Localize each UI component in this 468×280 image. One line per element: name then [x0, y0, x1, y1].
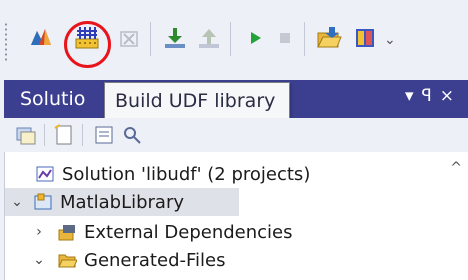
toolbar-separator [82, 124, 83, 146]
project-icon [34, 193, 52, 210]
sync-icon[interactable] [14, 123, 38, 147]
upload-button[interactable] [194, 20, 224, 56]
matlab-import-button[interactable] [26, 20, 56, 56]
book-button[interactable] [350, 20, 380, 56]
play-icon [251, 32, 261, 44]
folder-icon [58, 254, 77, 268]
tree-item-solution[interactable]: Solution 'libudf' (2 projects) [35, 160, 310, 188]
toolbar-grip[interactable] [4, 22, 8, 62]
chevron-down-icon[interactable]: ⌄ [31, 252, 47, 268]
panel-toolbar [4, 118, 468, 152]
toolbar-overflow-icon[interactable]: ⌄ [384, 32, 396, 54]
dependencies-icon [58, 225, 75, 241]
delete-icon [120, 31, 138, 47]
panel-header-controls[interactable]: ▾ꟼ× [405, 86, 462, 106]
show-all-files-icon[interactable] [52, 123, 76, 147]
stop-icon [280, 33, 290, 43]
toolbar-separator [230, 22, 231, 56]
solution-tree: Solution 'libudf' (2 projects) ⌄ MatlabL… [4, 152, 468, 280]
solution-icon [36, 166, 54, 182]
folder-open-icon [317, 27, 342, 48]
main-toolbar: ⌄ [0, 0, 468, 82]
tree-item-label: External Dependencies [84, 221, 293, 243]
book-icon [356, 29, 374, 47]
tree-item-project[interactable]: ⌄ MatlabLibrary [5, 188, 239, 216]
download-icon [165, 28, 185, 48]
dropdown-icon[interactable]: ▾ [405, 86, 422, 106]
play-button[interactable] [240, 20, 270, 56]
scroll-up-icon[interactable]: ^ [450, 160, 462, 176]
panel-title: Solutio [20, 88, 86, 110]
toolbar-separator [44, 124, 45, 146]
delete-button[interactable] [114, 20, 144, 56]
toolbar-separator [150, 22, 151, 56]
open-folder-button[interactable] [314, 20, 344, 56]
pin-icon[interactable]: ꟼ [421, 86, 439, 106]
tree-item-label: Generated-Files [84, 249, 226, 271]
properties-icon[interactable] [92, 123, 116, 147]
upload-icon [199, 29, 219, 48]
chevron-right-icon[interactable]: › [31, 224, 47, 240]
highlight-circle [64, 21, 111, 68]
view-class-diagram-icon[interactable] [120, 123, 144, 147]
close-icon[interactable]: × [440, 86, 462, 106]
stop-button[interactable] [270, 20, 300, 56]
download-button[interactable] [160, 20, 190, 56]
tree-item-label: Solution 'libudf' (2 projects) [62, 163, 311, 185]
chevron-down-icon[interactable]: ⌄ [9, 194, 25, 210]
toolbar-separator [304, 22, 305, 56]
tree-item-label: MatlabLibrary [60, 191, 185, 213]
matlab-import-icon [31, 29, 51, 45]
tooltip: Build UDF library [104, 82, 290, 120]
tree-item-dependencies[interactable]: › External Dependencies [36, 218, 293, 246]
tree-item-generated-files[interactable]: ⌄ Generated-Files [33, 246, 226, 274]
